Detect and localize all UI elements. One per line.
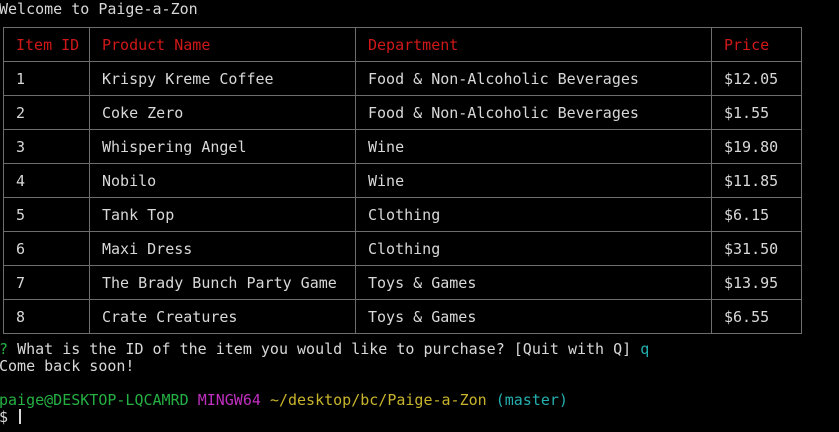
cell-department: Wine bbox=[355, 129, 712, 164]
cell-price: $13.95 bbox=[711, 265, 802, 300]
table-row: 8 Crate Creatures Toys & Games $6.55 bbox=[3, 299, 802, 334]
git-branch: (master) bbox=[495, 391, 568, 409]
farewell-message: Come back soon! bbox=[0, 357, 135, 375]
cell-item-id: 7 bbox=[3, 265, 90, 300]
table-row: 3 Whispering Angel Wine $19.80 bbox=[3, 129, 802, 164]
cell-price: $6.55 bbox=[711, 299, 802, 334]
cell-department: Clothing bbox=[355, 231, 712, 266]
table-row: 1 Krispy Kreme Coffee Food & Non-Alcohol… bbox=[3, 61, 802, 96]
cell-product-name: Nobilo bbox=[89, 163, 356, 198]
cell-item-id: 6 bbox=[3, 231, 90, 266]
cell-department: Clothing bbox=[355, 197, 712, 232]
shell-prompt-info: paige@DESKTOP-LQCAMRD MINGW64 ~/desktop/… bbox=[0, 392, 568, 409]
cell-price: $31.50 bbox=[711, 231, 802, 266]
header-department: Department bbox=[355, 27, 712, 62]
shell-user-host: paige@DESKTOP-LQCAMRD bbox=[0, 391, 189, 409]
cell-price: $12.05 bbox=[711, 61, 802, 96]
command-input-line[interactable]: $ bbox=[0, 408, 22, 426]
table-row: 4 Nobilo Wine $11.85 bbox=[3, 163, 802, 198]
cell-department: Food & Non-Alcoholic Beverages bbox=[355, 95, 712, 130]
cell-price: $1.55 bbox=[711, 95, 802, 130]
cell-item-id: 3 bbox=[3, 129, 90, 164]
cell-department: Toys & Games bbox=[355, 299, 712, 334]
table-header-row: Item ID Product Name Department Price bbox=[3, 27, 802, 62]
cell-price: $19.80 bbox=[711, 129, 802, 164]
table-row: 7 The Brady Bunch Party Game Toys & Game… bbox=[3, 265, 802, 300]
shell-prompt-symbol: $ bbox=[0, 408, 9, 426]
cell-department: Wine bbox=[355, 163, 712, 198]
text-cursor[interactable] bbox=[19, 409, 22, 424]
cell-product-name: Whispering Angel bbox=[89, 129, 356, 164]
cell-price: $6.15 bbox=[711, 197, 802, 232]
cell-item-id: 1 bbox=[3, 61, 90, 96]
cell-item-id: 8 bbox=[3, 299, 90, 334]
product-table: Item ID Product Name Department Price 1 … bbox=[3, 27, 802, 334]
cell-product-name: Maxi Dress bbox=[89, 231, 356, 266]
header-item-id: Item ID bbox=[3, 27, 90, 62]
table-row: 6 Maxi Dress Clothing $31.50 bbox=[3, 231, 802, 266]
cell-item-id: 5 bbox=[3, 197, 90, 232]
purchase-prompt-line: ? What is the ID of the item you would l… bbox=[0, 341, 649, 358]
header-price: Price bbox=[711, 27, 802, 62]
cell-product-name: Coke Zero bbox=[89, 95, 356, 130]
cell-product-name: Krispy Kreme Coffee bbox=[89, 61, 356, 96]
table-row: 5 Tank Top Clothing $6.15 bbox=[3, 197, 802, 232]
table-row: 2 Coke Zero Food & Non-Alcoholic Beverag… bbox=[3, 95, 802, 130]
cell-item-id: 4 bbox=[3, 163, 90, 198]
shell-system: MINGW64 bbox=[197, 391, 261, 409]
cell-product-name: Tank Top bbox=[89, 197, 356, 232]
cell-department: Food & Non-Alcoholic Beverages bbox=[355, 61, 712, 96]
question-mark-icon: ? bbox=[0, 340, 8, 358]
prompt-answer: q bbox=[640, 340, 650, 358]
cell-department: Toys & Games bbox=[355, 265, 712, 300]
prompt-question: What is the ID of the item you would lik… bbox=[17, 340, 632, 358]
cell-product-name: Crate Creatures bbox=[89, 299, 356, 334]
welcome-message: Welcome to Paige-a-Zon bbox=[0, 0, 198, 18]
cell-price: $11.85 bbox=[711, 163, 802, 198]
shell-path: ~/desktop/bc/Paige-a-Zon bbox=[269, 391, 487, 409]
header-product-name: Product Name bbox=[89, 27, 356, 62]
cell-product-name: The Brady Bunch Party Game bbox=[89, 265, 356, 300]
cell-item-id: 2 bbox=[3, 95, 90, 130]
